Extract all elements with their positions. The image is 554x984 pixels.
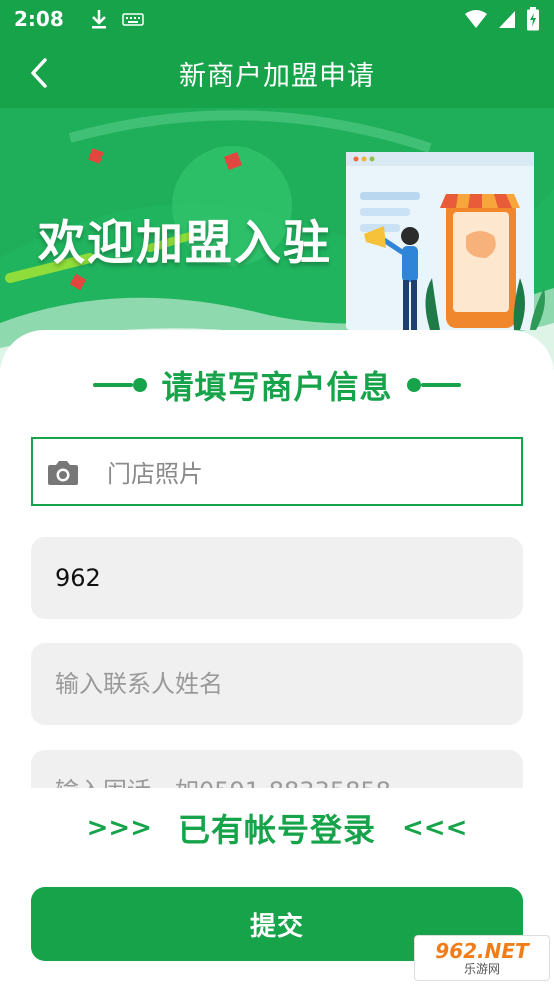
store-name-field[interactable] [31,537,523,619]
login-link-label: 已有帐号登录 [177,811,376,849]
chevron-left-icon [31,58,47,88]
app-screen: 2:08 新商户加盟申请 欢迎加盟入驻 请填写商户信息 门店照片 962 输入联… [0,0,554,984]
landline-input[interactable] [55,750,523,788]
banner-title: 欢迎加盟入驻 [38,216,332,271]
contact-name-field[interactable] [31,643,523,725]
left-decoration [93,378,148,392]
landline-field[interactable] [31,750,523,788]
status-time: 2:08 [14,7,64,31]
watermark-logo: 962.NET 乐游网 [414,935,550,981]
system-icons [464,7,540,31]
section-title: 请填写商户信息 [161,368,393,406]
login-link[interactable]: >>> 已有帐号登录 <<< [0,800,554,856]
camera-icon [48,460,78,485]
page-title: 新商户加盟申请 [179,60,375,92]
back-button[interactable] [16,50,62,96]
section-heading: 请填写商户信息 [0,360,554,410]
keyboard-icon [122,13,144,26]
download-icon [91,10,106,29]
watermark-bottom: 乐游网 [463,962,500,976]
store-photo-label: 门店照片 [107,460,203,488]
signal-icon [499,11,515,28]
right-arrows: <<< [402,813,468,843]
app-header: 新商户加盟申请 [0,38,554,108]
contact-name-input[interactable] [55,643,523,725]
left-arrows: >>> [86,813,152,843]
store-photo-picker[interactable]: 门店照片 [31,437,523,506]
notification-icons [90,8,144,30]
store-name-input[interactable] [55,537,523,619]
status-bar: 2:08 [0,0,554,38]
right-decoration [406,378,461,392]
form-scroll-area [0,510,554,788]
wifi-icon [465,10,487,28]
battery-charging-icon [527,7,539,31]
watermark-top: 962.NET [435,939,529,963]
